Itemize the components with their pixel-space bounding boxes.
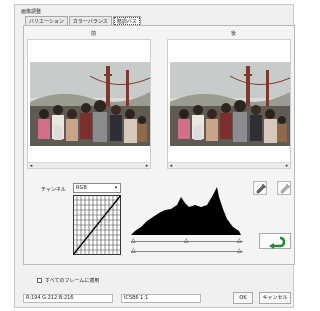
eyedropper-button-2[interactable] bbox=[277, 181, 291, 195]
before-label: 前 bbox=[91, 31, 97, 37]
output-highlight-thumb-icon[interactable]: △ bbox=[237, 248, 242, 254]
before-image-viewer: ◂ ▸ bbox=[27, 39, 151, 169]
eyedropper-icon bbox=[280, 183, 291, 194]
midtone-thumb-icon[interactable]: △ bbox=[184, 238, 189, 244]
channel-select[interactable]: RGB ▾ bbox=[73, 183, 121, 193]
channel-value: RGB bbox=[76, 185, 87, 191]
apply-all-frames-label: すべてのフレームに適用 bbox=[45, 278, 100, 284]
before-photo bbox=[30, 62, 150, 146]
after-image-viewer: ◂ ▸ bbox=[167, 39, 291, 169]
dialog-title: 画像調整 bbox=[21, 9, 42, 15]
highlight-thumb-icon[interactable]: △ bbox=[237, 238, 242, 244]
histogram bbox=[129, 183, 243, 237]
input-levels-slider[interactable]: △ △ △ bbox=[131, 238, 243, 245]
tone-curve-graph[interactable] bbox=[73, 195, 121, 255]
eyedropper-icon bbox=[256, 183, 267, 194]
after-scrollbar[interactable]: ◂ ▸ bbox=[168, 162, 290, 169]
scroll-right-icon[interactable]: ▸ bbox=[284, 163, 290, 169]
rgb-readout: R:194 G:212 B:216 bbox=[23, 294, 113, 303]
ok-button[interactable]: OK bbox=[233, 292, 253, 304]
shadow-thumb-icon[interactable]: △ bbox=[131, 238, 136, 244]
after-label: 後 bbox=[231, 31, 237, 37]
cancel-button[interactable]: キャンセル bbox=[259, 292, 291, 304]
scroll-right-icon[interactable]: ▸ bbox=[144, 163, 150, 169]
scroll-left-icon[interactable]: ◂ bbox=[28, 163, 34, 169]
eyedropper-button[interactable] bbox=[253, 181, 267, 195]
output-shadow-thumb-icon[interactable]: △ bbox=[131, 248, 136, 254]
reset-button[interactable] bbox=[259, 233, 291, 249]
image-adjust-dialog: 画像調整 バリエーション カラーバランス 階調パス 前 後 ◂ ▸ ◂ ▸ チャ… bbox=[14, 4, 295, 308]
channel-label: チャンネル bbox=[41, 187, 66, 193]
before-scrollbar[interactable]: ◂ ▸ bbox=[28, 162, 150, 169]
output-levels-slider[interactable]: △ △ bbox=[131, 248, 243, 255]
apply-all-frames-checkbox[interactable] bbox=[37, 278, 42, 283]
undo-arrow-icon bbox=[269, 236, 286, 249]
scroll-left-icon[interactable]: ◂ bbox=[168, 163, 174, 169]
code-readout: ICS86 1:1 bbox=[121, 294, 201, 303]
after-photo bbox=[170, 62, 290, 146]
chevron-down-icon[interactable]: ▾ bbox=[113, 185, 119, 191]
